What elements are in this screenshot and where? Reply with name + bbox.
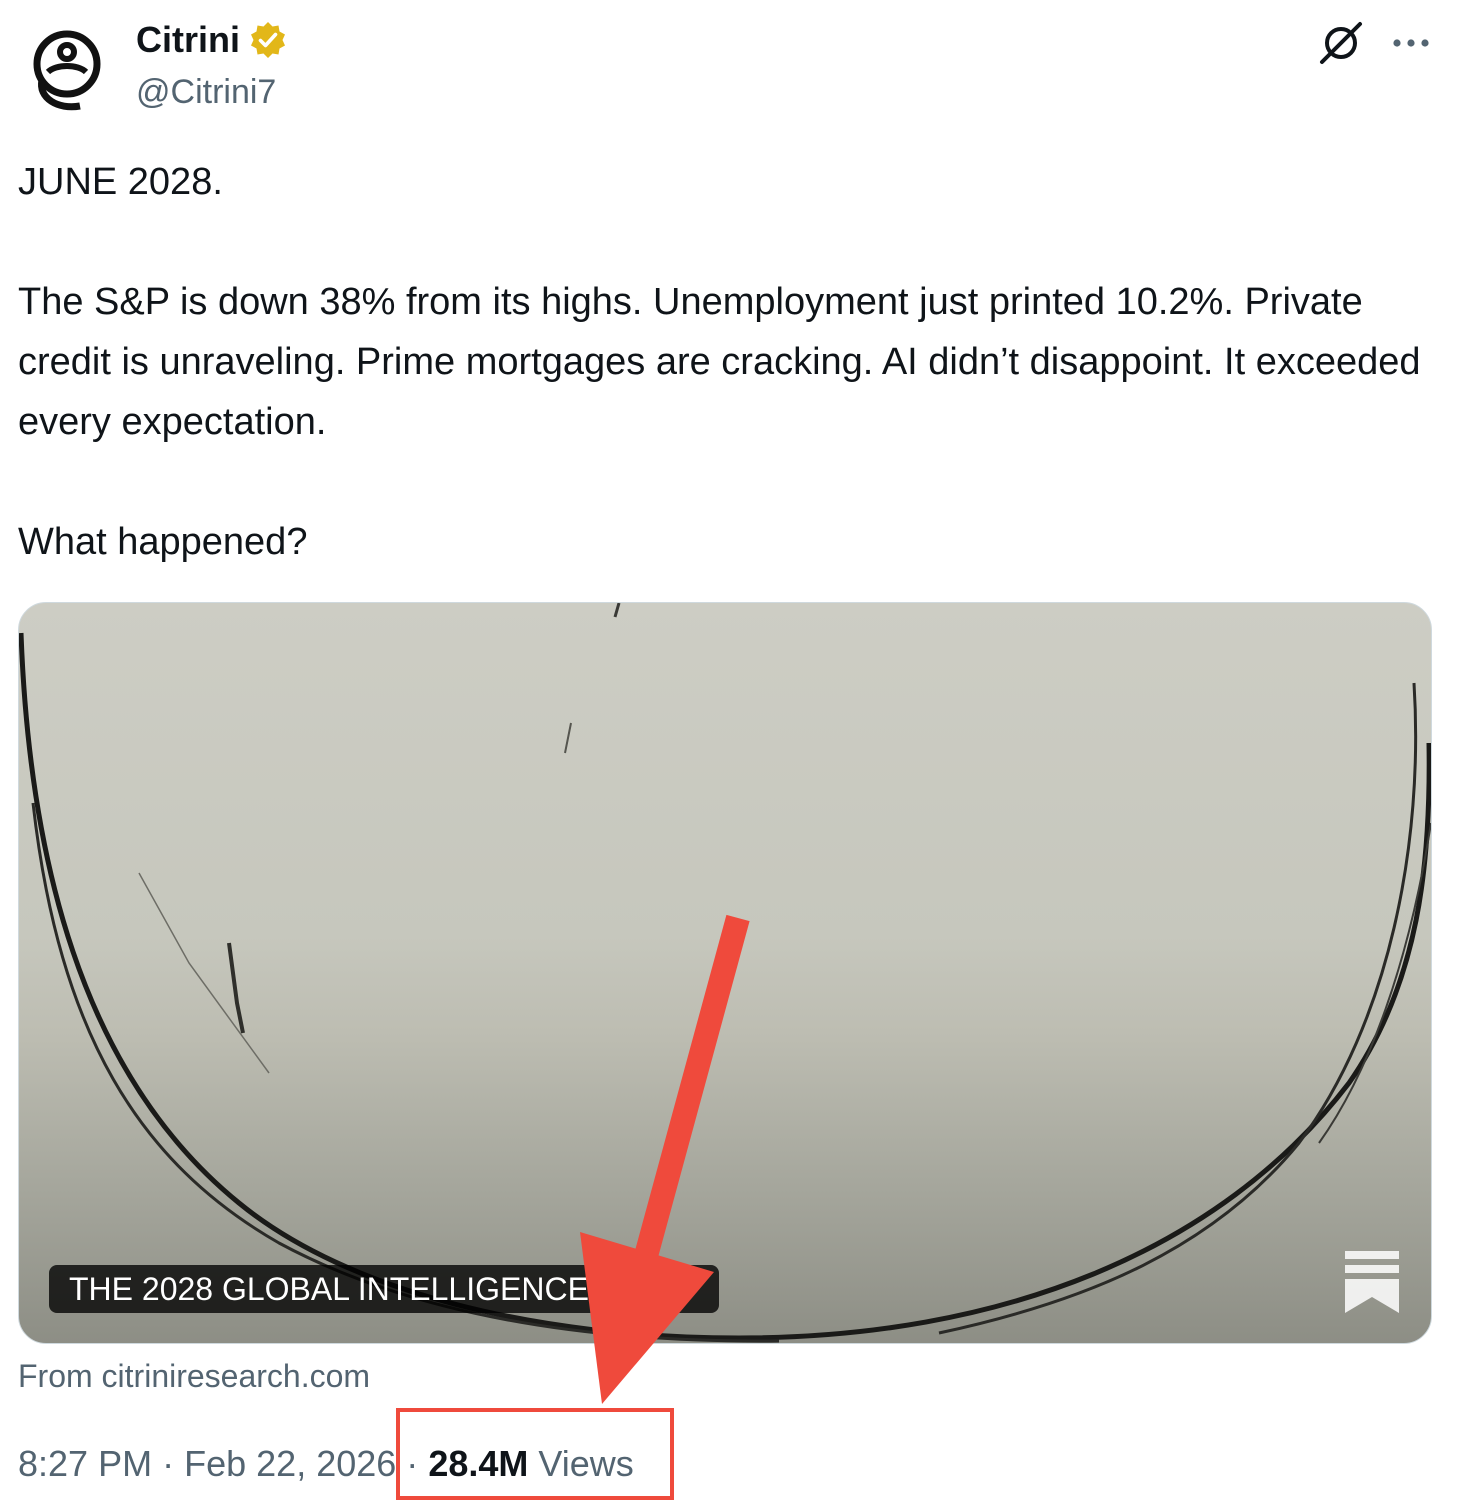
- citrini-logo-icon: [33, 30, 101, 111]
- card-image: [19, 603, 1431, 1343]
- substack-icon: [1345, 1251, 1399, 1313]
- handle[interactable]: @Citrini7: [136, 70, 276, 114]
- verified-badge-icon[interactable]: [248, 20, 288, 60]
- more-icon[interactable]: [1388, 20, 1434, 66]
- highlight-box: [396, 1408, 674, 1500]
- display-name[interactable]: Citrini: [136, 18, 240, 62]
- link-card[interactable]: THE 2028 GLOBAL INTELLIGENCE: [18, 602, 1432, 1344]
- author-name-row[interactable]: Citrini: [136, 18, 288, 62]
- card-source[interactable]: From citriniresearch.com: [18, 1356, 370, 1396]
- tweet-time[interactable]: 8:27 PM: [18, 1443, 152, 1484]
- meta-separator: ·: [162, 1443, 175, 1484]
- tweet-date[interactable]: Feb 22, 2026: [184, 1443, 396, 1484]
- tweet-text: JUNE 2028. The S&P is down 38% from its …: [18, 161, 1421, 563]
- avatar[interactable]: [18, 16, 116, 114]
- grok-icon[interactable]: [1318, 20, 1364, 66]
- card-title[interactable]: THE 2028 GLOBAL INTELLIGENCE: [49, 1265, 719, 1313]
